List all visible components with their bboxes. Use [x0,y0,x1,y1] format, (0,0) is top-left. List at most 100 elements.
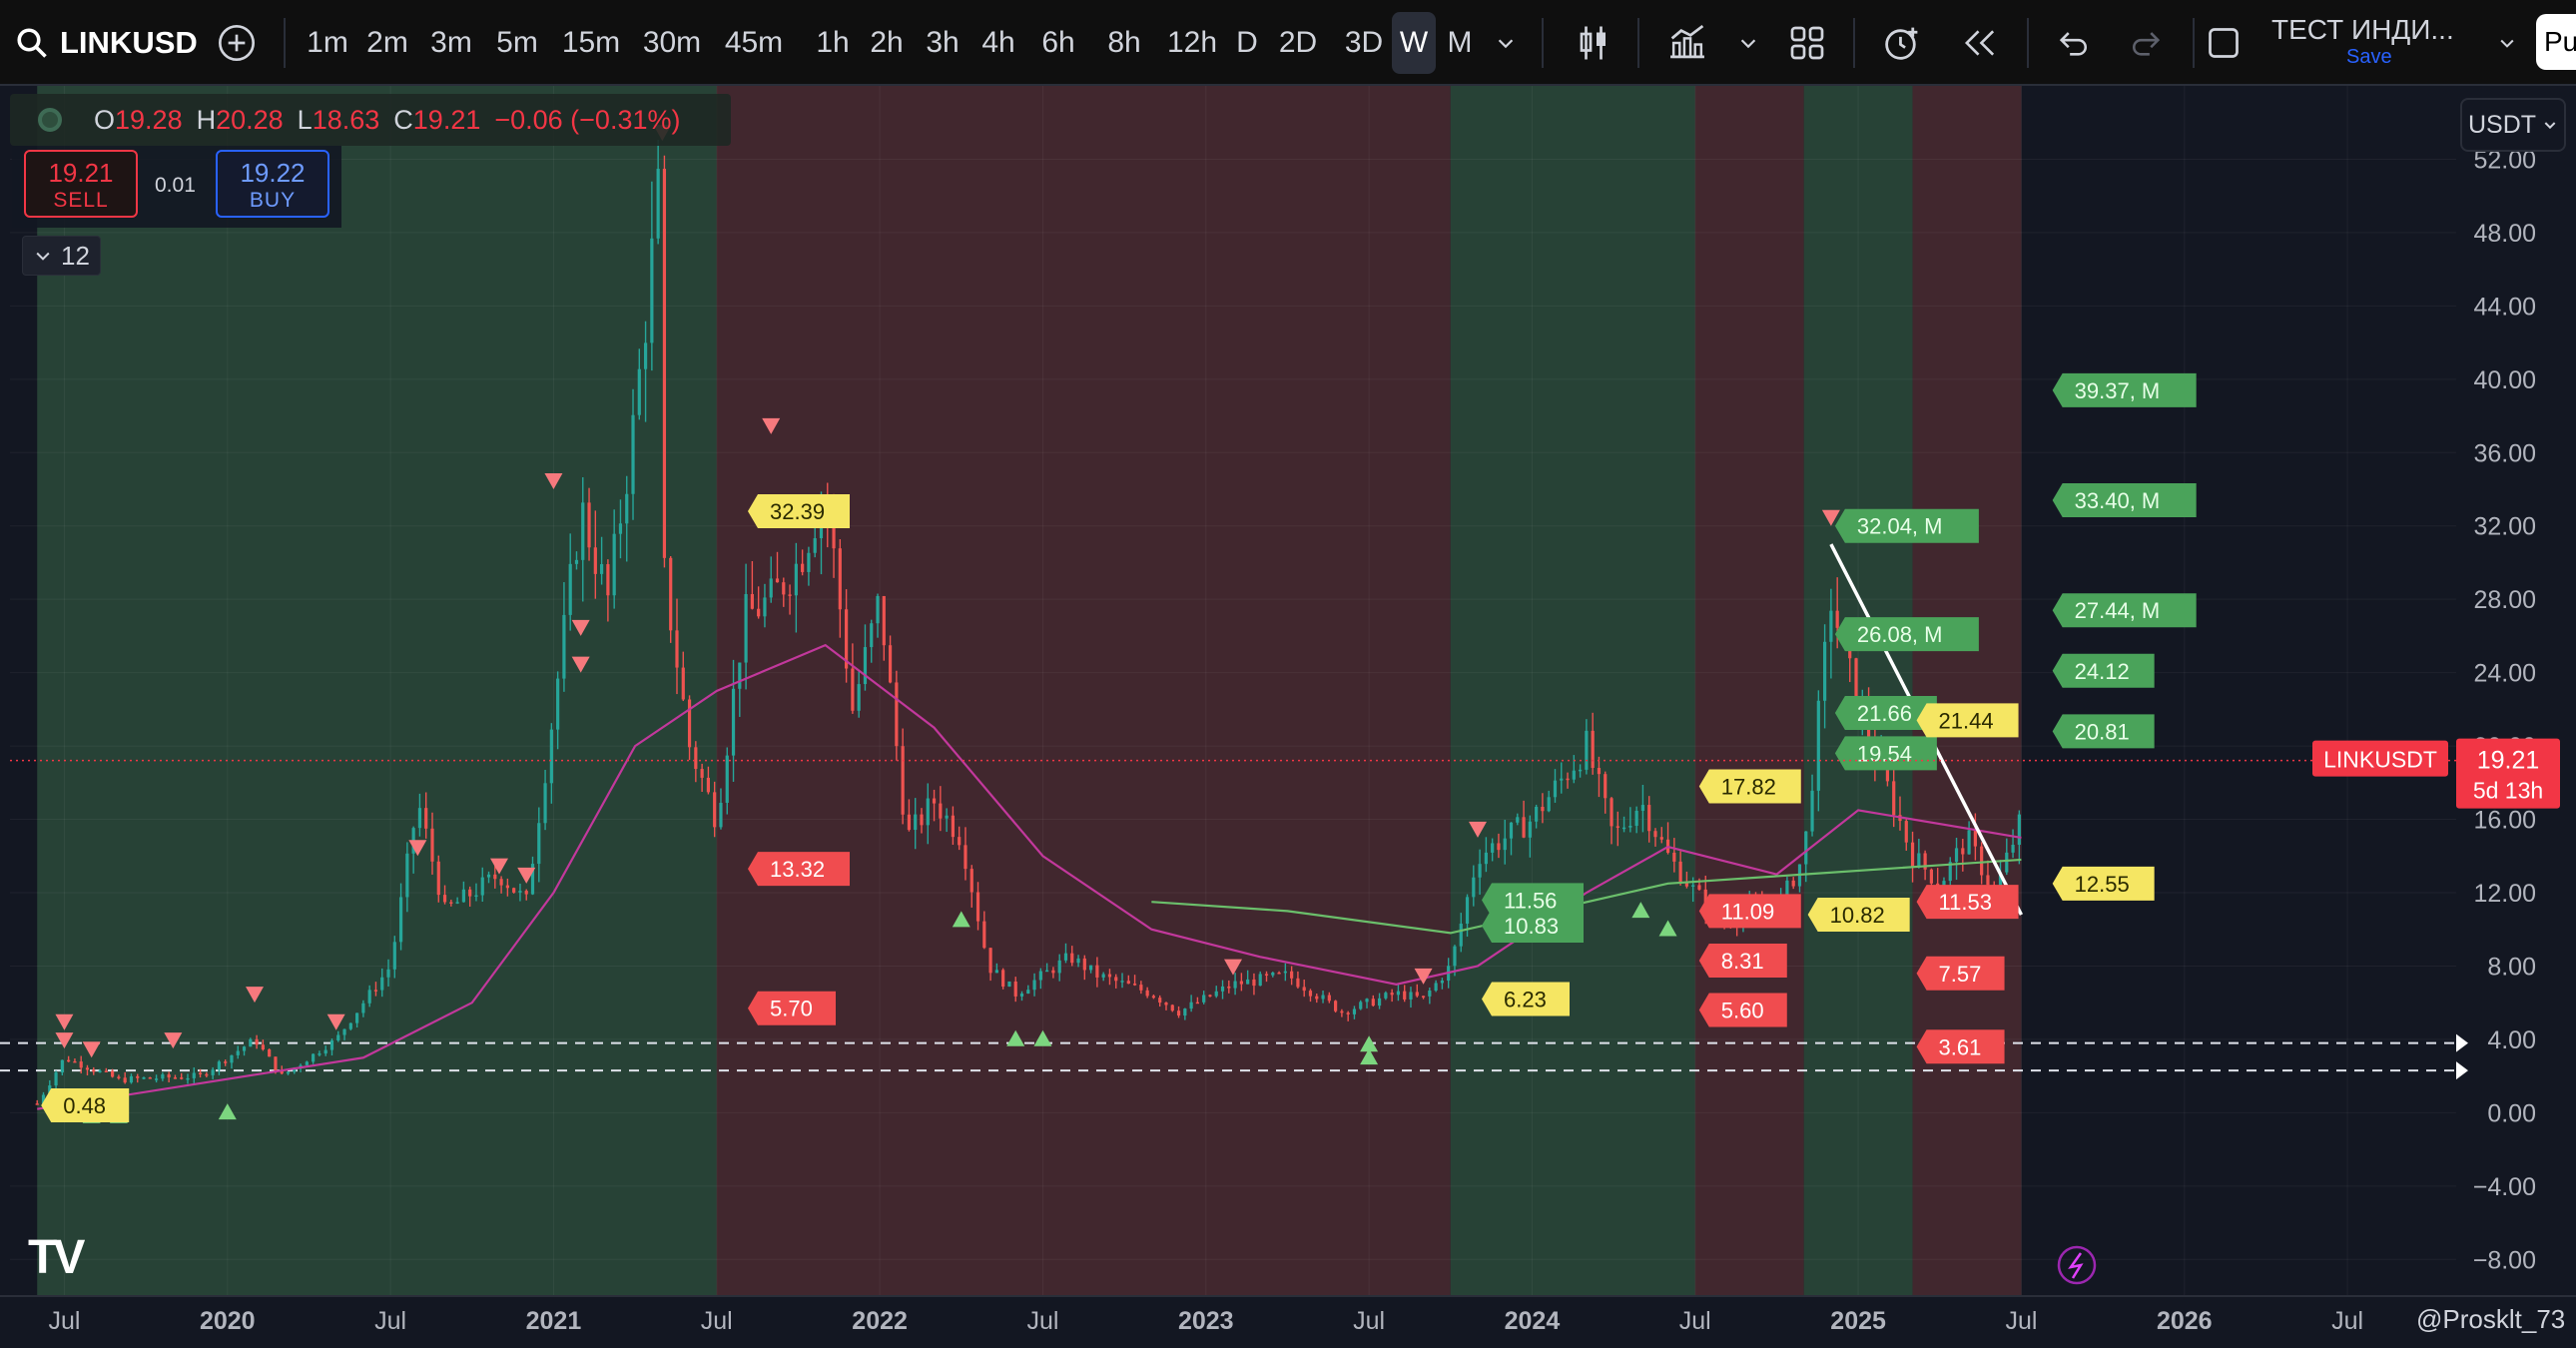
interval-12h[interactable]: 12h [1162,12,1222,74]
candle-body [249,1038,253,1047]
candle-body [1835,610,1839,628]
candle-body [1640,805,1645,811]
candle-body [2017,814,2021,845]
time-axis-label: 2023 [1178,1307,1234,1335]
indicator-template-name[interactable]: ТЕСТ ИНДИ... [2271,14,2454,46]
add-symbol-button[interactable] [210,12,264,74]
candle-body [838,548,842,610]
candle-body [807,552,811,572]
candle-body [493,874,497,880]
candle-body [1804,831,1808,865]
candle-body [173,1077,178,1079]
candle-body [1283,971,1287,974]
candle-body [1120,981,1124,983]
candle-body [192,1072,196,1078]
sell-button[interactable]: 19.21 SELL [24,150,138,218]
candle-body [1829,610,1833,642]
candle-body [342,1028,346,1035]
candle-body [35,1103,39,1105]
candle-body [54,1072,58,1086]
interval-8h[interactable]: 8h [1102,12,1146,74]
candle-body [1057,960,1061,974]
candle-body [1396,991,1401,996]
alert-button[interactable] [1875,12,1929,74]
price-axis-label: 36.00 [2473,439,2536,467]
interval-3d[interactable]: 3D [1338,12,1390,74]
interval-dropdown-button[interactable] [1486,12,1526,74]
interval-1m[interactable]: 1m [306,12,349,74]
candle-body [975,892,980,922]
layout-button[interactable] [1781,12,1833,74]
indicators-collapse-toggle[interactable]: 12 [22,236,101,276]
candle-body [1195,1002,1200,1005]
close-value: 19.21 [412,104,481,135]
candle-body [1579,769,1583,772]
interval-45m[interactable]: 45m [721,12,787,74]
candle-body [662,169,667,558]
candle-body [888,645,893,683]
candle-body [480,877,484,896]
price-chart[interactable]: 32.3913.325.700.4811.5610.836.2317.8211.… [0,86,2576,1348]
candle-body [512,888,516,893]
time-axis-label: Jul [2331,1307,2363,1335]
template-dropdown-button[interactable] [2492,12,2522,74]
change-value: −0.06 (−0.31%) [494,104,681,135]
redo-button[interactable] [2121,12,2173,74]
candle-body [969,869,973,893]
save-label[interactable]: Save [2346,46,2392,69]
interval-m[interactable]: M [1440,12,1480,74]
regime-band [37,86,717,1296]
chevron-down-icon [2544,122,2556,130]
candle-body [274,1056,278,1071]
buy-button[interactable]: 19.22 BUY [216,150,329,218]
candle-body [1246,979,1250,985]
label-text: 19.54 [1857,741,1912,766]
symbol-search[interactable]: LINKUSD [14,12,198,74]
candle-body [180,1077,184,1079]
time-axis[interactable]: Jul 2020 Jul 2021 Jul 2022 Jul 2023 Jul 2024 Jul 20… [48,1307,2363,1335]
publish-button[interactable]: Pu [2536,14,2576,70]
interval-3h[interactable]: 3h [921,12,965,74]
regime-band [1694,86,1804,1296]
interval-4h[interactable]: 4h [976,12,1020,74]
interval-2d[interactable]: 2D [1272,12,1324,74]
top-toolbar: LINKUSD 1m 2m 3m 5m 15m 30m 45m 1h 2h 3h 4h 6h 8h 12h… [0,0,2576,86]
interval-30m[interactable]: 30m [639,12,705,74]
candle-body [1585,730,1589,770]
indicators-button[interactable] [1661,12,1713,74]
fullscreen-button[interactable] [2199,12,2249,74]
candle-body [769,578,773,598]
interval-w[interactable]: W [1392,12,1436,74]
chart-type-button[interactable] [1568,12,1619,74]
candle-body [1917,853,1921,868]
label-text: 27.44, M [2075,598,2161,623]
candle-body [669,557,673,631]
ohlc-legend: O 19.28 H 20.28 L 18.63 C 19.21 −0.06 (−0.31… [10,94,731,146]
interval-15m[interactable]: 15m [561,12,621,74]
indicators-dropdown-button[interactable] [1731,12,1765,74]
low-label: L [297,104,313,135]
candle-body [1910,842,1915,868]
interval-2m[interactable]: 2m [365,12,409,74]
label-text: 5.70 [770,997,813,1021]
toolbar-divider [2027,18,2029,68]
candle-body [1365,999,1369,1003]
interval-2h[interactable]: 2h [865,12,909,74]
regime-band [716,86,1451,1296]
tradingview-logo: TV [28,1231,85,1284]
candle-body [1340,1011,1344,1013]
interval-d[interactable]: D [1230,12,1264,74]
candle-body [161,1073,165,1079]
currency-selector[interactable]: USDT [2460,98,2566,152]
interval-3m[interactable]: 3m [429,12,473,74]
candle-body [782,582,786,595]
interval-5m[interactable]: 5m [495,12,539,74]
candle-body [675,630,679,668]
price-level-label: 10.83 [1482,909,1584,944]
replay-button[interactable] [1953,12,2007,74]
interval-6h[interactable]: 6h [1036,12,1080,74]
candle-body [1151,996,1156,999]
visibility-toggle[interactable] [38,108,62,132]
interval-1h[interactable]: 1h [811,12,855,74]
undo-button[interactable] [2047,12,2099,74]
